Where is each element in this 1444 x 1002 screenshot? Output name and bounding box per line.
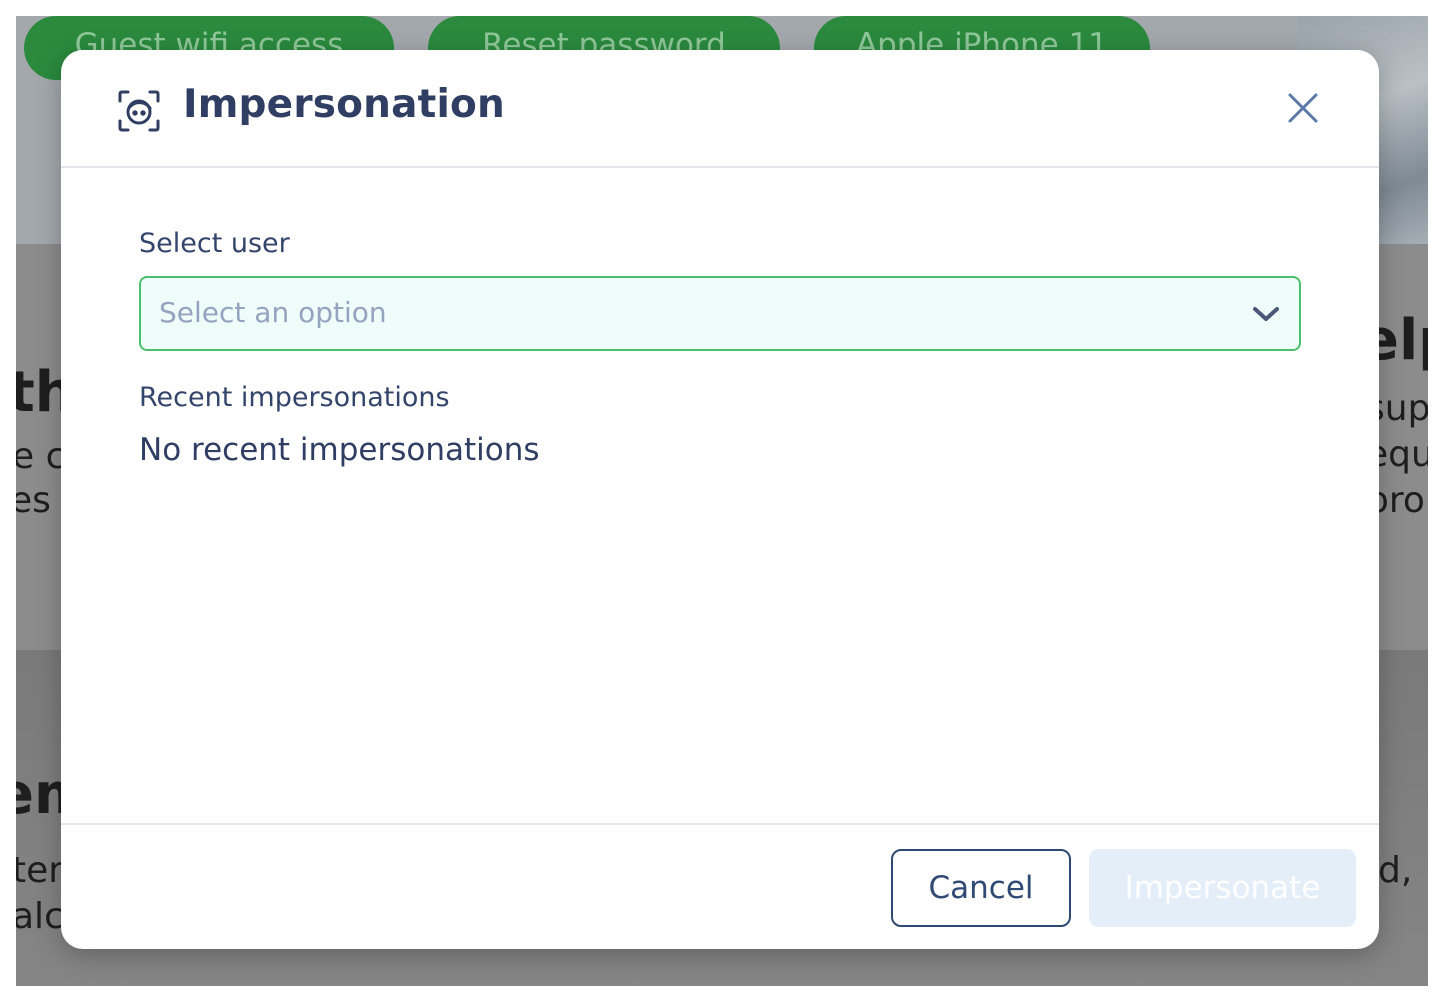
background-card-text-right: d, [1378,850,1413,891]
recent-impersonations-label: Recent impersonations [139,382,450,413]
impersonate-button[interactable]: Impersonate [1089,849,1356,927]
modal-body: Select user Select an option Recent impe… [61,168,1379,823]
background-card-text-left: ter [16,850,64,891]
impersonation-modal: Impersonation Select user Select an opti… [61,50,1379,949]
face-scan-icon [118,90,160,132]
select-user-label: Select user [139,228,290,259]
modal-header: Impersonation [61,50,1379,168]
recent-impersonations-empty: No recent impersonations [139,432,540,468]
background-card-text-left: alc [16,896,64,937]
modal-title: Impersonation [183,82,506,127]
background-card-text-left: e c [16,436,66,477]
modal-footer: Cancel Impersonate [61,823,1379,949]
select-user-dropdown[interactable]: Select an option [139,276,1301,351]
cancel-button[interactable]: Cancel [891,849,1071,927]
close-icon[interactable] [1281,86,1325,130]
select-placeholder: Select an option [159,296,387,329]
chevron-down-icon [1253,307,1279,321]
